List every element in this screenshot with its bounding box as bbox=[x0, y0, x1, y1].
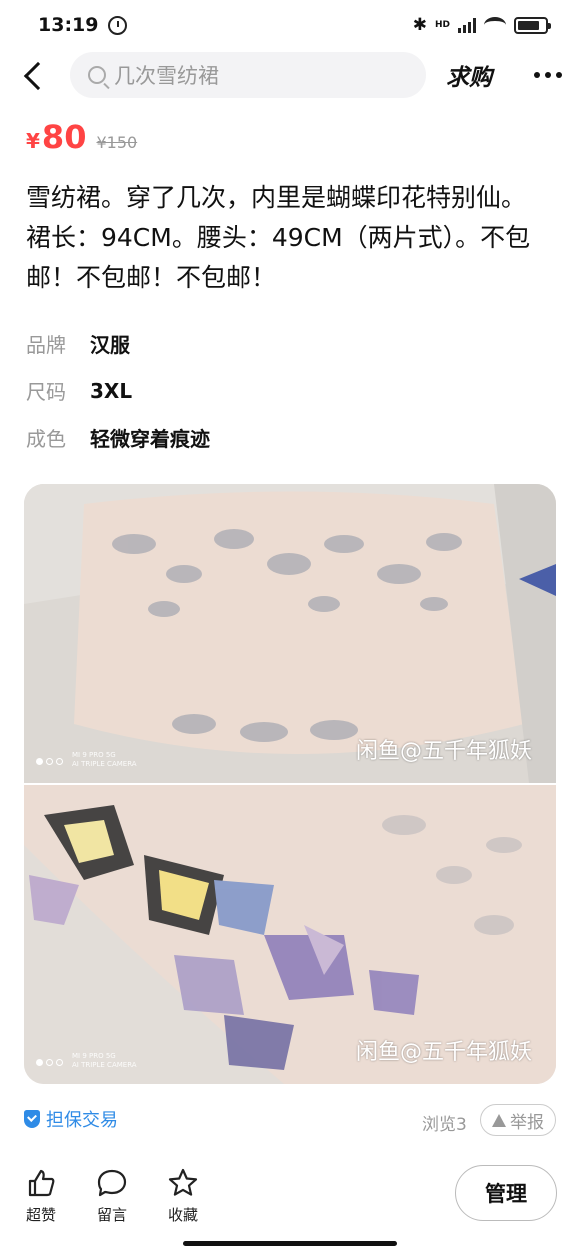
camera-watermark: MI 9 PRO 5G AI TRIPLE CAMERA bbox=[72, 1052, 137, 1069]
attribute-list: 品牌 汉服 尺码 3XL 成色 轻微穿着痕迹 bbox=[26, 320, 210, 461]
product-photo-2[interactable]: MI 9 PRO 5G AI TRIPLE CAMERA 闲鱼@五千年狐妖 bbox=[24, 785, 556, 1084]
report-label: 举报 bbox=[510, 1112, 544, 1133]
favorite-button[interactable]: 收藏 bbox=[158, 1166, 208, 1225]
search-input[interactable]: 几次雪纺裙 bbox=[70, 52, 426, 98]
camera-watermark-dots bbox=[36, 1059, 63, 1066]
item-description: 雪纺裙。穿了几次，内里是蝴蝶印花特别仙。裙长：94CM。腰头：49CM（两片式）… bbox=[26, 183, 531, 292]
view-count: 浏览3 bbox=[422, 1115, 467, 1135]
attribute-value: 轻微穿着痕迹 bbox=[90, 427, 210, 451]
signal-icon bbox=[458, 17, 476, 33]
camera-watermark-dots bbox=[36, 758, 63, 765]
network-type: HD bbox=[434, 20, 450, 30]
status-icons: ✱ HD bbox=[412, 15, 551, 35]
report-button[interactable]: 举报 bbox=[480, 1104, 556, 1136]
favorite-label: 收藏 bbox=[167, 1206, 198, 1224]
bluetooth-icon: ✱ bbox=[412, 15, 427, 35]
original-price: ¥150 bbox=[96, 133, 138, 152]
wifi-icon bbox=[484, 17, 506, 33]
thumbs-up-icon bbox=[16, 1166, 66, 1200]
like-label: 超赞 bbox=[25, 1206, 56, 1224]
price: ¥ 80 ¥150 bbox=[26, 118, 137, 156]
home-indicator bbox=[183, 1241, 397, 1246]
attribute-value: 汉服 bbox=[90, 333, 130, 357]
photo-watermark: 闲鱼@五千年狐妖 bbox=[355, 739, 532, 764]
photo-watermark: 闲鱼@五千年狐妖 bbox=[355, 1040, 532, 1065]
attribute-row: 品牌 汉服 bbox=[26, 320, 210, 367]
more-icon[interactable] bbox=[534, 72, 562, 78]
manage-button[interactable]: 管理 bbox=[455, 1165, 557, 1221]
like-button[interactable]: 超赞 bbox=[16, 1166, 66, 1225]
shield-icon bbox=[24, 1110, 40, 1128]
top-nav: 几次雪纺裙 求购 bbox=[0, 50, 580, 100]
star-icon bbox=[158, 1166, 208, 1200]
price-symbol: ¥ bbox=[26, 129, 40, 153]
guarantee-label: 担保交易 bbox=[46, 1110, 118, 1131]
want-to-buy-button[interactable]: 求购 bbox=[446, 58, 492, 92]
status-time: 13:19 bbox=[38, 14, 99, 36]
warning-icon bbox=[492, 1113, 506, 1127]
attribute-row: 成色 轻微穿着痕迹 bbox=[26, 414, 210, 461]
guarantee-trade[interactable]: 担保交易 bbox=[24, 1106, 118, 1132]
status-bar: 13:19 ✱ HD bbox=[0, 0, 580, 50]
battery-icon bbox=[514, 16, 551, 34]
attribute-key: 品牌 bbox=[26, 333, 66, 357]
attribute-row: 尺码 3XL bbox=[26, 367, 210, 414]
attribute-value: 3XL bbox=[90, 378, 133, 403]
comment-button[interactable]: 留言 bbox=[87, 1166, 137, 1225]
search-placeholder: 几次雪纺裙 bbox=[114, 64, 219, 88]
comment-bubble-icon bbox=[87, 1166, 137, 1200]
price-value: 80 bbox=[41, 118, 87, 156]
comment-label: 留言 bbox=[96, 1206, 127, 1224]
attribute-key: 成色 bbox=[26, 427, 66, 451]
product-photo-1[interactable]: MI 9 PRO 5G AI TRIPLE CAMERA 闲鱼@五千年狐妖 bbox=[24, 484, 556, 783]
camera-watermark: MI 9 PRO 5G AI TRIPLE CAMERA bbox=[72, 751, 137, 768]
attribute-key: 尺码 bbox=[26, 380, 66, 404]
back-arrow-icon[interactable] bbox=[18, 60, 48, 90]
alarm-icon bbox=[108, 15, 128, 35]
search-icon bbox=[88, 66, 106, 84]
